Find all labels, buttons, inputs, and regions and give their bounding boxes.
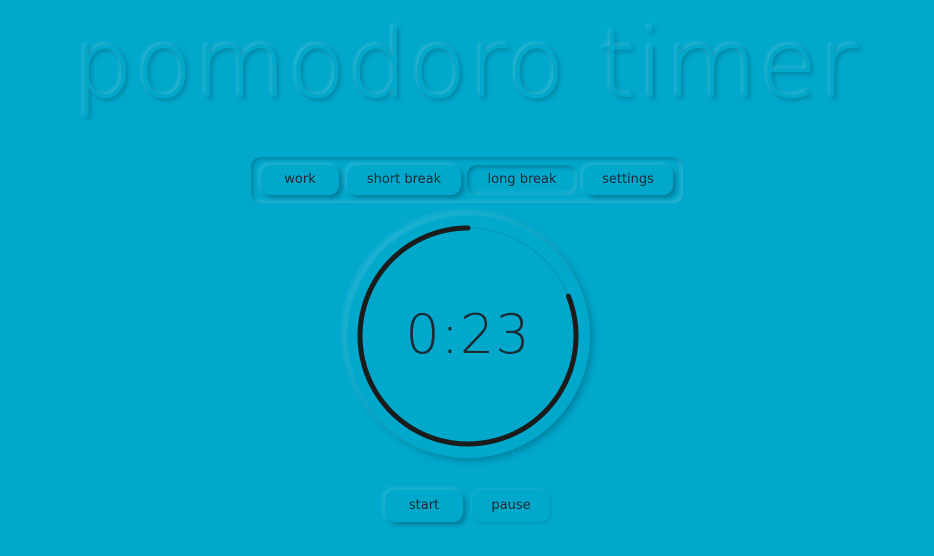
tab-short-break[interactable]: short break [347,165,461,195]
tab-long-break[interactable]: long break [467,165,577,195]
mode-nav: work short break long break settings [251,157,683,203]
start-button[interactable]: start [385,490,463,522]
tab-settings[interactable]: settings [583,165,673,195]
pause-button[interactable]: pause [472,490,550,522]
tab-work[interactable]: work [261,165,339,195]
time-remaining: 0:23 [405,303,531,366]
app-title: pomodoro timer [73,11,861,120]
timer-dial: 0:23 [346,214,590,458]
